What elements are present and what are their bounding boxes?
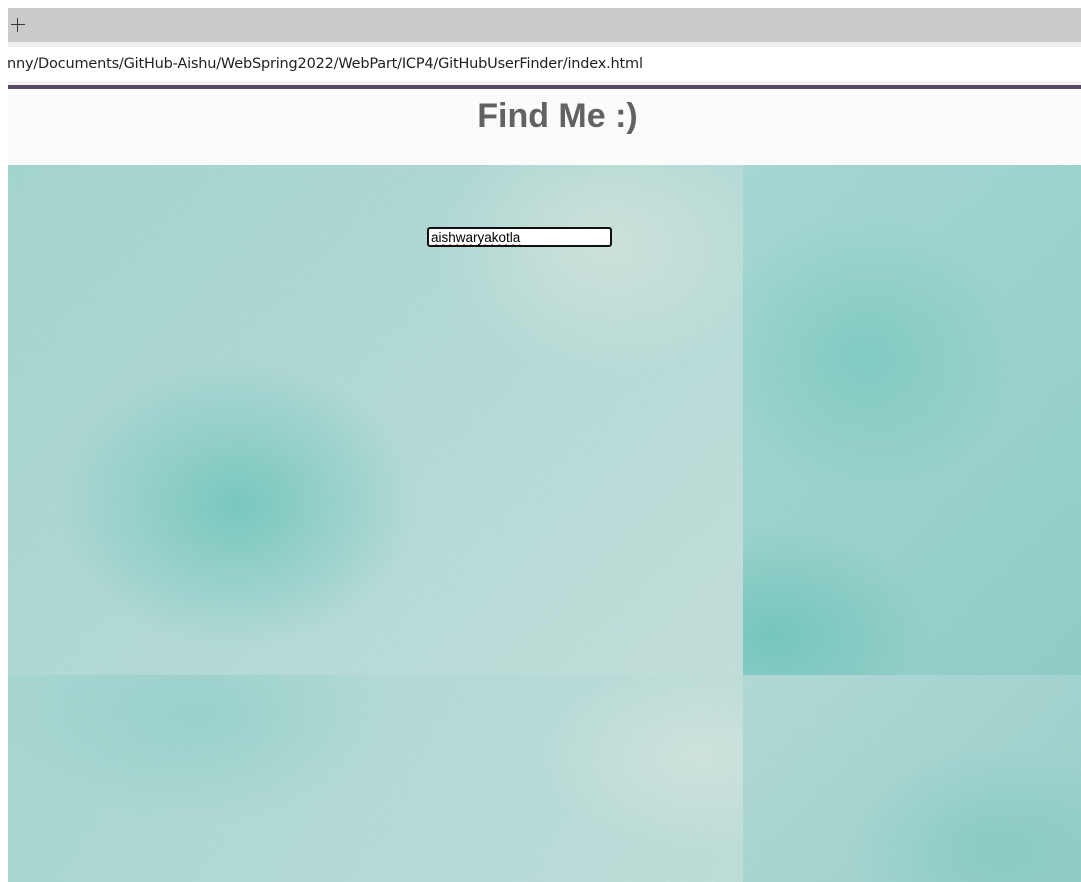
texture-overlay xyxy=(743,675,1081,882)
texture-overlay xyxy=(8,675,743,882)
plus-icon[interactable] xyxy=(11,18,25,32)
username-search-input[interactable] xyxy=(427,227,612,247)
tab-strip xyxy=(8,8,1081,42)
url-text[interactable]: nny/Documents/GitHub-Aishu/WebSpring2022… xyxy=(8,56,643,72)
background-tile xyxy=(743,675,1081,882)
address-bar[interactable]: nny/Documents/GitHub-Aishu/WebSpring2022… xyxy=(8,47,1081,81)
page-title: Find Me :) xyxy=(477,97,638,135)
texture-overlay xyxy=(743,165,1081,675)
page-body xyxy=(8,165,1081,882)
background-tile xyxy=(743,165,1081,675)
window-edge xyxy=(0,0,8,882)
page-header: Find Me :) xyxy=(8,89,1081,165)
background-tile xyxy=(8,675,743,882)
browser-window: nny/Documents/GitHub-Aishu/WebSpring2022… xyxy=(0,0,1081,882)
texture-overlay xyxy=(8,165,743,675)
background-tile xyxy=(8,165,743,675)
